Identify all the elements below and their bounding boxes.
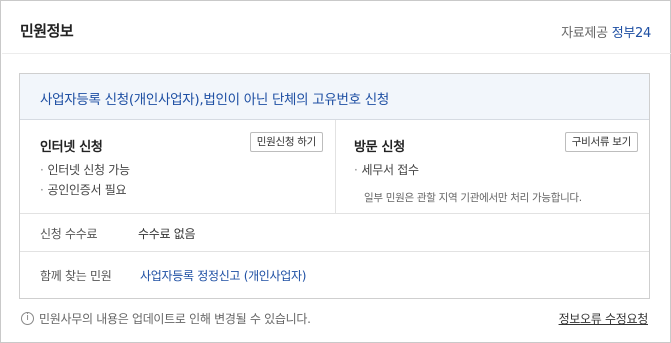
service-card-header: 사업자등록 신청(개인사업자),법인이 아닌 단체의 고유번호 신청: [20, 74, 649, 120]
report-error-link[interactable]: 정보오류 수정요청: [559, 310, 649, 327]
online-requirements-list: 인터넷 신청 가능 공인인증서 필요: [40, 160, 131, 200]
provider-name: 정부24: [611, 26, 652, 41]
visit-application-heading: 방문 신청: [354, 140, 405, 155]
info-icon: i: [21, 312, 34, 325]
list-item: 인터넷 신청 가능: [40, 160, 131, 180]
application-methods: 인터넷 신청 민원신청 하기 인터넷 신청 가능 공인인증서 필요 방문 신청 …: [20, 120, 649, 214]
visit-application: 방문 신청 구비서류 보기 세무서 접수 일부 민원은 관할 지역 기관에서만 …: [336, 120, 649, 213]
related-label: 함께 찾는 민원: [40, 269, 112, 283]
service-title-link[interactable]: 사업자등록 신청(개인사업자),법인이 아닌 단체의 고유번호 신청: [20, 74, 649, 108]
data-provider: 자료제공 정부24: [561, 22, 651, 41]
visit-requirements-list: 세무서 접수: [354, 160, 420, 180]
update-notice-text: 민원사무의 내용은 업데이트로 인해 변경될 수 있습니다.: [39, 312, 311, 326]
related-row: 함께 찾는 민원 사업자등록 정정신고 (개인사업자): [20, 252, 649, 298]
apply-online-button[interactable]: 민원신청 하기: [249, 132, 323, 152]
update-notice: i 민원사무의 내용은 업데이트로 인해 변경될 수 있습니다.: [21, 310, 311, 327]
online-application: 인터넷 신청 민원신청 하기 인터넷 신청 가능 공인인증서 필요: [20, 120, 336, 213]
list-item: 세무서 접수: [354, 160, 420, 180]
service-card: 사업자등록 신청(개인사업자),법인이 아닌 단체의 고유번호 신청 인터넷 신…: [19, 73, 650, 299]
related-service-link[interactable]: 사업자등록 정정신고 (개인사업자): [140, 267, 306, 284]
fee-row: 신청 수수료 수수료 없음: [20, 214, 649, 252]
online-application-heading: 인터넷 신청: [40, 140, 103, 155]
panel-header: 민원정보 자료제공 정부24: [2, 2, 671, 54]
view-documents-button[interactable]: 구비서류 보기: [564, 132, 638, 152]
civil-info-panel: 민원정보 자료제공 정부24 사업자등록 신청(개인사업자),법인이 아닌 단체의…: [0, 0, 671, 343]
panel-title: 민원정보: [20, 22, 74, 40]
list-item: 공인인증서 필요: [40, 180, 130, 200]
fee-label: 신청 수수료: [40, 227, 98, 241]
fee-value: 수수료 없음: [138, 227, 196, 241]
provider-label: 자료제공: [561, 26, 608, 41]
visit-note: 일부 민원은 관할 지역 기관에서만 처리 가능합니다.: [364, 192, 582, 204]
